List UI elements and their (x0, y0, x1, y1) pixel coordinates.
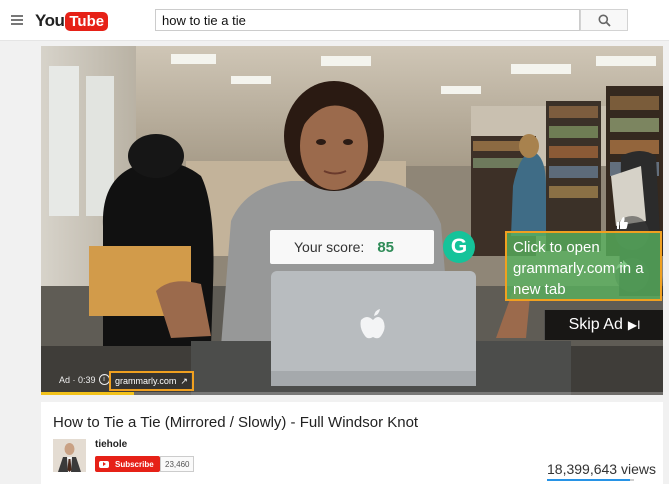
ad-progress-fill (41, 392, 135, 395)
skip-ad-label: Skip Ad (568, 316, 623, 333)
search-icon (598, 14, 611, 27)
subscribe-button[interactable]: Subscribe (95, 456, 160, 472)
subscriber-count: 23,460 (160, 456, 195, 472)
like-ratio-fill (547, 479, 630, 481)
logo-tube-text: Tube (65, 11, 109, 31)
skip-ad-button[interactable]: Skip Ad ▶I (544, 310, 663, 340)
subscribe-label: Subscribe (115, 459, 154, 469)
like-ratio-bar (547, 479, 634, 481)
ad-click-through-button[interactable]: Click to open grammarly.com in a new tab (505, 231, 662, 301)
view-count: 18,399,643 views (547, 461, 656, 477)
logo-you-text: You (35, 11, 65, 30)
video-frame (41, 46, 663, 395)
ad-url-text: grammarly.com (115, 376, 177, 386)
search-input[interactable] (155, 9, 580, 31)
youtube-play-icon (99, 460, 109, 468)
ad-url-link[interactable]: grammarly.com ↗ (109, 371, 194, 391)
channel-name[interactable]: tiehole (95, 439, 127, 450)
external-link-icon: ↗ (180, 375, 188, 386)
top-bar: You Tube (0, 0, 669, 41)
video-info-panel: How to Tie a Tie (Mirrored / Slowly) - F… (41, 402, 663, 484)
youtube-logo[interactable]: You Tube (35, 10, 109, 32)
info-icon[interactable]: i (98, 374, 110, 385)
menu-icon[interactable] (11, 15, 23, 25)
score-label: Your score: (294, 239, 365, 255)
ad-timer: Ad · 0:39 (59, 374, 96, 385)
score-box: Your score: 85 (270, 230, 434, 264)
skip-icon: ▶I (627, 318, 641, 332)
avatar[interactable] (53, 439, 86, 472)
video-player[interactable]: Your score: 85 G Click to open grammarly… (41, 46, 663, 395)
search-button[interactable] (580, 9, 628, 31)
ad-progress-bar[interactable] (41, 392, 663, 395)
video-title: How to Tie a Tie (Mirrored / Slowly) - F… (53, 414, 419, 431)
score-value: 85 (377, 238, 394, 256)
grammarly-icon: G (443, 231, 475, 263)
ad-info: Ad · 0:39 i (59, 374, 116, 385)
